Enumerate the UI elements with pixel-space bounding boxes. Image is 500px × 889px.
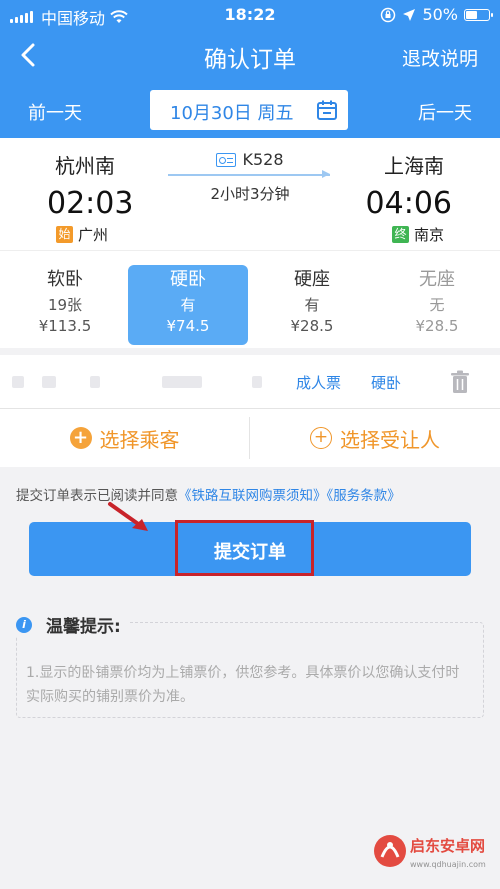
seat-availability: 无 (429, 296, 445, 314)
location-arrow-icon (403, 8, 416, 21)
train-id-icon (216, 152, 237, 167)
terminal-info: 终 南京 (391, 224, 444, 245)
svg-text:www.qdhuajin.com: www.qdhuajin.com (410, 860, 486, 869)
agreement-text: 提交订单表示已阅读并同意《铁路互联网购票须知》《服务条款》 (16, 484, 401, 504)
next-day-button[interactable]: 后一天 (418, 99, 472, 125)
passenger-name-redacted (12, 372, 262, 390)
date-label: 10月30日 周五 (170, 103, 294, 124)
seat-name: 硬座 (294, 269, 330, 290)
passenger-actions: + 选择乘客 + 选择受让人 (0, 409, 500, 467)
info-icon: i (16, 616, 32, 633)
tips-text: 1.显示的卧铺票价均为上铺票价，供您参考。具体票价以您确认支付时实际购买的铺别票… (26, 665, 460, 705)
seat-price: ¥28.5 (415, 317, 459, 335)
train-number-label: K528 (242, 150, 284, 169)
seat-option-hard-seat[interactable]: 硬座 有 ¥28.5 (252, 265, 372, 345)
train-info-panel: 杭州南 K528 上海南 2小时3分钟 02:03 04:06 始 广州 终 南… (0, 138, 500, 250)
orientation-lock-icon (381, 7, 396, 22)
battery-percent: 50% (422, 5, 458, 24)
agreement-links[interactable]: 《铁路互联网购票须知》《服务条款》 (178, 488, 401, 504)
annotation-arrow-icon (108, 502, 148, 531)
annotation-highlight-box (175, 520, 314, 576)
ticket-type[interactable]: 成人票 (296, 372, 341, 393)
select-passenger-label: 选择乘客 (99, 427, 180, 452)
tips-title: 温馨提示: (46, 617, 121, 637)
seat-option-no-seat[interactable]: 无座 无 ¥28.5 (377, 265, 497, 345)
seat-option-soft-sleeper[interactable]: 软卧 19张 ¥113.5 (5, 265, 125, 345)
nav-bar: 确认订单 退改说明 (0, 30, 500, 82)
watermark-logo: 启东安卓网 www.qdhuajin.com (374, 835, 486, 869)
arrival-station: 上海南 (384, 154, 444, 178)
status-bar: 中国移动 18:22 50% (0, 0, 500, 30)
seat-name: 软卧 (47, 269, 83, 290)
seat-option-hard-sleeper[interactable]: 硬卧 有 ¥74.5 (128, 265, 248, 345)
seat-options: 软卧 19张 ¥113.5 硬卧 有 ¥74.5 硬座 有 ¥28.5 无座 无… (0, 250, 500, 348)
route-arrow (168, 170, 330, 178)
date-picker[interactable]: 10月30日 周五 (150, 90, 348, 130)
calendar-icon (317, 100, 337, 120)
passenger-row[interactable]: 成人票 硬卧 (0, 355, 500, 409)
seat-name: 硬卧 (170, 269, 206, 290)
terminal-station: 南京 (413, 226, 444, 244)
seat-availability: 有 (304, 296, 320, 314)
battery-icon (464, 8, 493, 21)
seat-price: ¥28.5 (290, 317, 334, 335)
seat-name: 无座 (419, 269, 455, 290)
plus-outline-icon: + (310, 427, 332, 449)
seat-availability: 有 (180, 296, 196, 314)
origin-info: 始 广州 (56, 224, 108, 245)
trash-icon[interactable] (450, 370, 470, 394)
origin-tag: 始 (56, 226, 73, 243)
departure-time: 02:03 (47, 186, 134, 221)
svg-text:启东安卓网: 启东安卓网 (410, 837, 485, 855)
refund-info-link[interactable]: 退改说明 (402, 44, 478, 71)
origin-station: 广州 (78, 226, 109, 244)
seat-price: ¥113.5 (38, 317, 92, 335)
select-transferee-label: 选择受让人 (340, 427, 440, 452)
select-transferee-button[interactable]: + 选择受让人 (250, 409, 500, 467)
battery-level (466, 10, 477, 19)
prev-day-button[interactable]: 前一天 (28, 99, 82, 125)
seat-availability: 19张 (47, 296, 83, 314)
date-bar: 前一天 10月30日 周五 后一天 (0, 82, 500, 138)
status-right: 50% (380, 5, 493, 24)
seat-price: ¥74.5 (166, 317, 210, 335)
select-passenger-button[interactable]: + 选择乘客 (0, 409, 249, 467)
tips-header: i 温馨提示: (16, 612, 129, 637)
plus-icon: + (69, 427, 92, 449)
terminal-tag: 终 (391, 226, 409, 243)
arrival-time: 04:06 (365, 186, 452, 221)
passenger-seat-type[interactable]: 硬卧 (371, 372, 401, 393)
